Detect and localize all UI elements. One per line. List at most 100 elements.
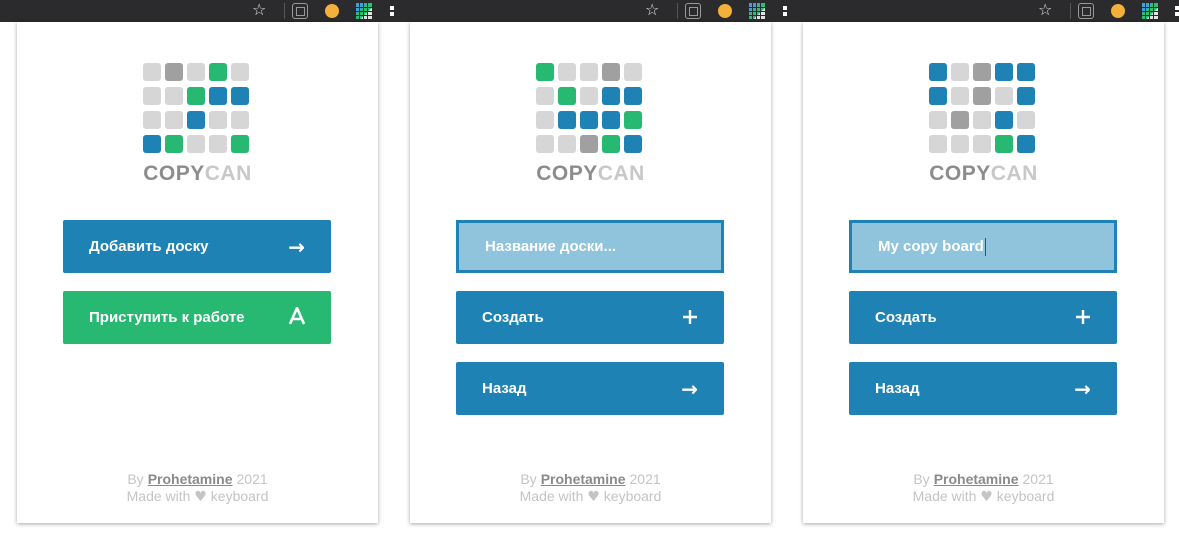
logo-grid-cell [580,135,598,153]
logo-grid-cell [995,87,1013,105]
toolbar-edge-icon [390,4,394,18]
logo-grid-cell [536,111,554,129]
board-name-value: My copy board [878,238,984,255]
board-name-placeholder: Название доски... [485,238,617,255]
logo-grid-cell [602,135,620,153]
popup-panel-create-empty: COPYCAN Название доски... Создать Назад … [410,22,771,523]
logo-grid-cell [143,63,161,81]
logo-grid-cell [187,87,205,105]
logo-grid-cell [165,135,183,153]
logo-can-text: CAN [990,162,1038,185]
board-name-input[interactable]: My copy board [849,220,1117,273]
logo-grid-cell [951,63,969,81]
logo-grid-icon [536,63,644,158]
extension-sun-icon[interactable] [1111,4,1125,18]
toolbar-edge-icon [1175,4,1179,18]
logo-grid-cell [1017,111,1035,129]
back-label: Назад [875,380,920,397]
footer-credit-line: By Prohetamine 2021 [410,471,771,488]
author-link[interactable]: Prohetamine [148,471,233,487]
heart-icon: ♥ [587,489,600,505]
footer-keyboard: keyboard [603,488,662,504]
extension-document-icon[interactable] [1078,3,1094,19]
add-board-label: Добавить доску [89,238,209,255]
footer-keyboard: keyboard [996,488,1055,504]
logo-grid-cell [1017,135,1035,153]
create-label: Создать [875,309,937,326]
extension-sun-icon[interactable] [325,4,339,18]
logo-grid-cell [995,135,1013,153]
logo-grid-cell [165,87,183,105]
logo-grid-cell [602,87,620,105]
logo-grid-cell [624,135,642,153]
create-button[interactable]: Создать [849,291,1117,344]
logo-grid-icon [929,63,1037,158]
logo-grid-cell [231,135,249,153]
extension-grid-icon[interactable] [749,3,765,19]
logo-grid-cell [995,111,1013,129]
bookmark-star-icon[interactable]: ☆ [645,1,659,19]
heart-icon: ♥ [980,489,993,505]
logo-grid-cell [209,135,227,153]
author-link[interactable]: Prohetamine [934,471,1019,487]
extension-grid-icon[interactable] [1142,3,1158,19]
footer: By Prohetamine 2021 Made with ♥ keyboard [410,471,771,506]
footer-by: By [913,471,930,487]
footer: By Prohetamine 2021 Made with ♥ keyboard [803,471,1164,506]
extension-grid-icon[interactable] [356,3,372,19]
extension-document-icon[interactable] [292,3,308,19]
bookmark-star-icon[interactable]: ☆ [252,1,266,19]
footer-by: By [127,471,144,487]
logo-grid-cell [187,135,205,153]
logo-grid-cell [231,87,249,105]
logo-copy-text: COPY [536,162,598,185]
arrow-right-icon: → [1074,376,1091,401]
logo-grid-cell [165,111,183,129]
back-label: Назад [482,380,527,397]
logo-copy-text: COPY [143,162,205,185]
logo-grid-cell [929,135,947,153]
logo-grid-cell [602,63,620,81]
logo-grid-cell [143,111,161,129]
heart-icon: ♥ [194,489,207,505]
logo-grid-cell [231,111,249,129]
footer-made-with-line: Made with ♥ keyboard [17,488,378,506]
logo-grid-cell [231,63,249,81]
toolbar-separator [677,3,678,19]
logo-grid-cell [973,111,991,129]
plus-icon [682,308,698,328]
back-button[interactable]: Назад → [849,362,1117,415]
footer-made-with: Made with [912,488,977,504]
footer-year: 2021 [236,471,268,487]
add-board-button[interactable]: Добавить доску → [63,220,331,273]
start-work-button[interactable]: Приступить к работе [63,291,331,344]
extension-sun-icon[interactable] [718,4,732,18]
logo-grid-cell [951,135,969,153]
footer-keyboard: keyboard [210,488,269,504]
logo-grid-cell [536,87,554,105]
logo-grid-cell [209,87,227,105]
author-link[interactable]: Prohetamine [541,471,626,487]
create-button[interactable]: Создать [456,291,724,344]
plus-icon [1075,308,1091,328]
logo-can-text: CAN [597,162,645,185]
footer-made-with: Made with [519,488,584,504]
text-caret [984,237,986,256]
letter-a-icon [288,306,306,328]
logo-grid-cell [536,135,554,153]
logo-grid-cell [995,63,1013,81]
logo-copy-text: COPY [929,162,991,185]
footer-year: 2021 [1022,471,1054,487]
logo-grid-cell [951,87,969,105]
footer-made-with-line: Made with ♥ keyboard [410,488,771,506]
logo-grid-cell [929,87,947,105]
board-name-input[interactable]: Название доски... [456,220,724,273]
logo-wordmark: COPYCAN [17,162,378,186]
start-work-label: Приступить к работе [89,309,245,326]
back-button[interactable]: Назад → [456,362,724,415]
logo-grid-cell [929,63,947,81]
extension-document-icon[interactable] [685,3,701,19]
logo-grid-cell [558,63,576,81]
bookmark-star-icon[interactable]: ☆ [1038,1,1052,19]
logo-wordmark: COPYCAN [410,162,771,186]
